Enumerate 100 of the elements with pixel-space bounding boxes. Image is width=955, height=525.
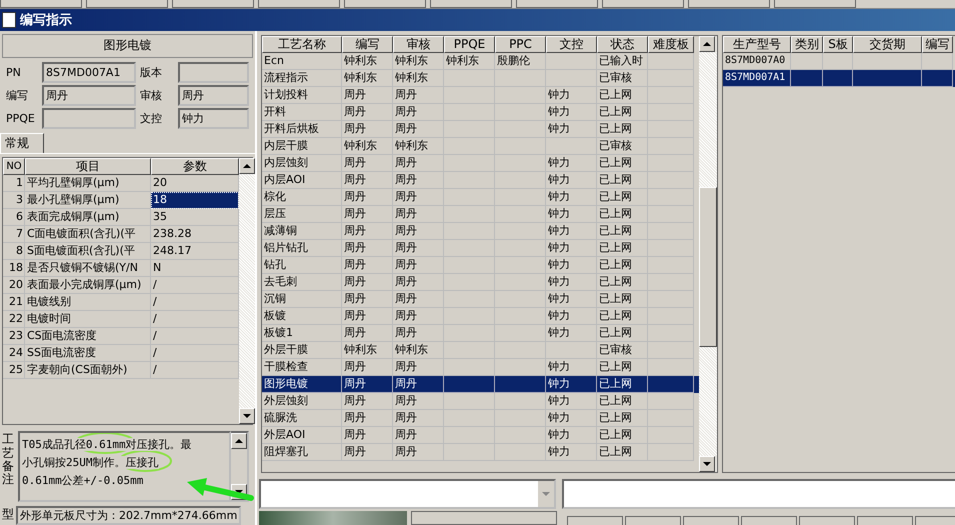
table-cell: 外层AOI xyxy=(262,427,342,444)
tab[interactable]: 常规 xyxy=(0,132,44,153)
table-cell: 板镀1 xyxy=(262,325,342,342)
scroll-up-icon[interactable] xyxy=(231,433,247,450)
table-row[interactable]: 流程指示 钟利东 钟利东 已审核 xyxy=(262,70,699,87)
column-header[interactable]: 难度板 xyxy=(648,36,694,53)
column-header[interactable]: S板 xyxy=(823,36,853,53)
table-row[interactable]: 内层AOI 周丹 周丹 钟力 已上网 xyxy=(262,172,699,189)
toolbar-button[interactable] xyxy=(172,0,254,8)
table-cell xyxy=(444,223,495,240)
column-header[interactable]: 编写 xyxy=(342,36,393,53)
table-cell xyxy=(444,121,495,138)
toolbar-button[interactable] xyxy=(602,0,684,8)
table-row[interactable]: 外层干膜 钟利东 钟利东 已审核 xyxy=(262,342,699,359)
toolbar-button[interactable] xyxy=(516,0,598,8)
input-field[interactable] xyxy=(42,108,136,129)
column-header[interactable]: 文控 xyxy=(546,36,597,53)
table-row[interactable]: 板镀1 周丹 周丹 钟力 已上网 xyxy=(262,325,699,342)
table-cell xyxy=(648,444,694,461)
table-row[interactable]: 钻孔 周丹 周丹 钟力 已上网 xyxy=(262,257,699,274)
column-header[interactable]: 类别 xyxy=(791,36,823,53)
table-row[interactable]: 阻焊塞孔 周丹 周丹 钟力 已上网 xyxy=(262,444,699,461)
table-cell xyxy=(444,240,495,257)
table-row[interactable]: 硫脲洗 周丹 周丹 钟力 已上网 xyxy=(262,410,699,427)
toolbar-button[interactable] xyxy=(0,0,82,8)
table-cell xyxy=(444,155,495,172)
table-cell: 钟力 xyxy=(546,274,597,291)
scroll-up-icon[interactable] xyxy=(699,36,715,52)
table-cell xyxy=(648,393,694,410)
table-cell: 钟力 xyxy=(546,206,597,223)
input-field[interactable]: 周丹 xyxy=(42,84,136,106)
table-row[interactable]: 图形电镀 周丹 周丹 钟力 已上网 xyxy=(262,376,699,393)
scroll-thumb[interactable] xyxy=(699,187,717,347)
column-header[interactable]: 生产型号 xyxy=(723,36,791,53)
table-row[interactable]: 外层蚀刻 周丹 周丹 钟力 已上网 xyxy=(262,393,699,410)
table-row[interactable]: 开料后烘板 周丹 周丹 钟力 已上网 xyxy=(262,121,699,138)
caret-icon[interactable] xyxy=(538,481,554,507)
table-row[interactable]: 沉铜 周丹 周丹 钟力 已上网 xyxy=(262,291,699,308)
column-header[interactable]: 编写 xyxy=(922,36,953,53)
table-cell: 23 xyxy=(3,328,25,345)
column-header[interactable]: 状态 xyxy=(597,36,648,53)
table-cell: 周丹 xyxy=(393,444,444,461)
dropdown-field[interactable] xyxy=(259,479,556,509)
input-field[interactable]: 钟力 xyxy=(178,108,249,129)
table-row[interactable]: 计划投料 周丹 周丹 钟力 已上网 xyxy=(262,87,699,104)
toolbar-button[interactable] xyxy=(625,516,681,525)
table-cell[interactable]: 18 xyxy=(151,192,239,209)
toolbar-button[interactable] xyxy=(915,516,955,525)
table-cell: 周丹 xyxy=(393,206,444,223)
toolbar-button[interactable] xyxy=(86,0,168,8)
scroll-down-icon[interactable] xyxy=(699,456,715,472)
table-cell xyxy=(546,138,597,155)
table-cell: 周丹 xyxy=(342,325,393,342)
column-header[interactable]: 审核 xyxy=(393,36,444,53)
table-cell: 周丹 xyxy=(342,189,393,206)
toolbar-button[interactable] xyxy=(741,516,797,525)
toolbar-button[interactable] xyxy=(344,0,426,8)
toolbar-button[interactable] xyxy=(774,0,856,8)
input-field[interactable]: 8S7MD007A1 xyxy=(42,62,136,83)
toolbar-button[interactable] xyxy=(683,516,739,525)
toolbar-button[interactable] xyxy=(430,0,512,8)
table-row[interactable]: 层压 周丹 周丹 钟力 已上网 xyxy=(262,206,699,223)
scrollbar[interactable] xyxy=(239,158,255,424)
table-row[interactable]: 8S7MD007A1 xyxy=(723,70,955,87)
table-row[interactable]: 内层干膜 钟利东 钟利东 已审核 xyxy=(262,138,699,155)
scroll-up-icon[interactable] xyxy=(239,158,255,174)
toolbar-button[interactable] xyxy=(567,516,623,525)
table-cell: 已上网 xyxy=(597,427,648,444)
column-header[interactable]: PPC xyxy=(495,36,546,53)
input-field[interactable]: 周丹 xyxy=(178,84,249,106)
text-field[interactable] xyxy=(562,479,955,509)
column-header[interactable]: 参数 xyxy=(151,158,239,175)
table-cell xyxy=(495,172,546,189)
table-cell: 是否只镀铜不镀锡(Y/N xyxy=(25,260,151,277)
scroll-down-icon[interactable] xyxy=(239,408,255,424)
table-row[interactable]: 开料 周丹 周丹 钟力 已上网 xyxy=(262,104,699,121)
table-row[interactable]: 减薄铜 周丹 周丹 钟力 已上网 xyxy=(262,223,699,240)
column-header[interactable]: 交货期 xyxy=(853,36,922,53)
toolbar-button[interactable] xyxy=(258,0,340,8)
table-row[interactable]: 铝片钻孔 周丹 周丹 钟力 已上网 xyxy=(262,240,699,257)
column-header[interactable]: 工艺名称 xyxy=(262,36,342,53)
scrollbar[interactable] xyxy=(699,36,717,472)
remarks-field[interactable]: T05成品孔径0.61mm对压接孔。最小孔铜按25UM制作。压接孔0.61mm公差+/-0.05mm xyxy=(18,431,231,502)
table-row[interactable]: 外层AOI 周丹 周丹 钟力 已上网 xyxy=(262,427,699,444)
table-row[interactable]: 内层蚀刻 周丹 周丹 钟力 已上网 xyxy=(262,155,699,172)
toolbar-button[interactable] xyxy=(799,516,855,525)
column-header[interactable]: PPQE xyxy=(444,36,495,53)
table-row[interactable]: 棕化 周丹 周丹 钟力 已上网 xyxy=(262,189,699,206)
toolbar-button[interactable] xyxy=(857,516,913,525)
table-cell xyxy=(648,138,694,155)
input-field[interactable] xyxy=(178,62,249,83)
table-cell: 外层干膜 xyxy=(262,342,342,359)
table-row[interactable]: Ecn 钟利东 钟利东 钟利东 殷鹏伦 已输入时 xyxy=(262,53,699,70)
table-cell: 图形电镀 xyxy=(262,376,342,393)
column-header[interactable]: 项目 xyxy=(25,158,151,175)
toolbar-button[interactable] xyxy=(688,0,770,8)
column-header[interactable]: NO xyxy=(3,158,25,175)
table-row[interactable]: 去毛刺 周丹 周丹 钟力 已上网 xyxy=(262,274,699,291)
shape-note-field[interactable]: 外形单元板尺寸为：202.7mm*274.66mm xyxy=(16,506,242,525)
table-row[interactable]: 板镀 周丹 周丹 钟力 已上网 xyxy=(262,308,699,325)
